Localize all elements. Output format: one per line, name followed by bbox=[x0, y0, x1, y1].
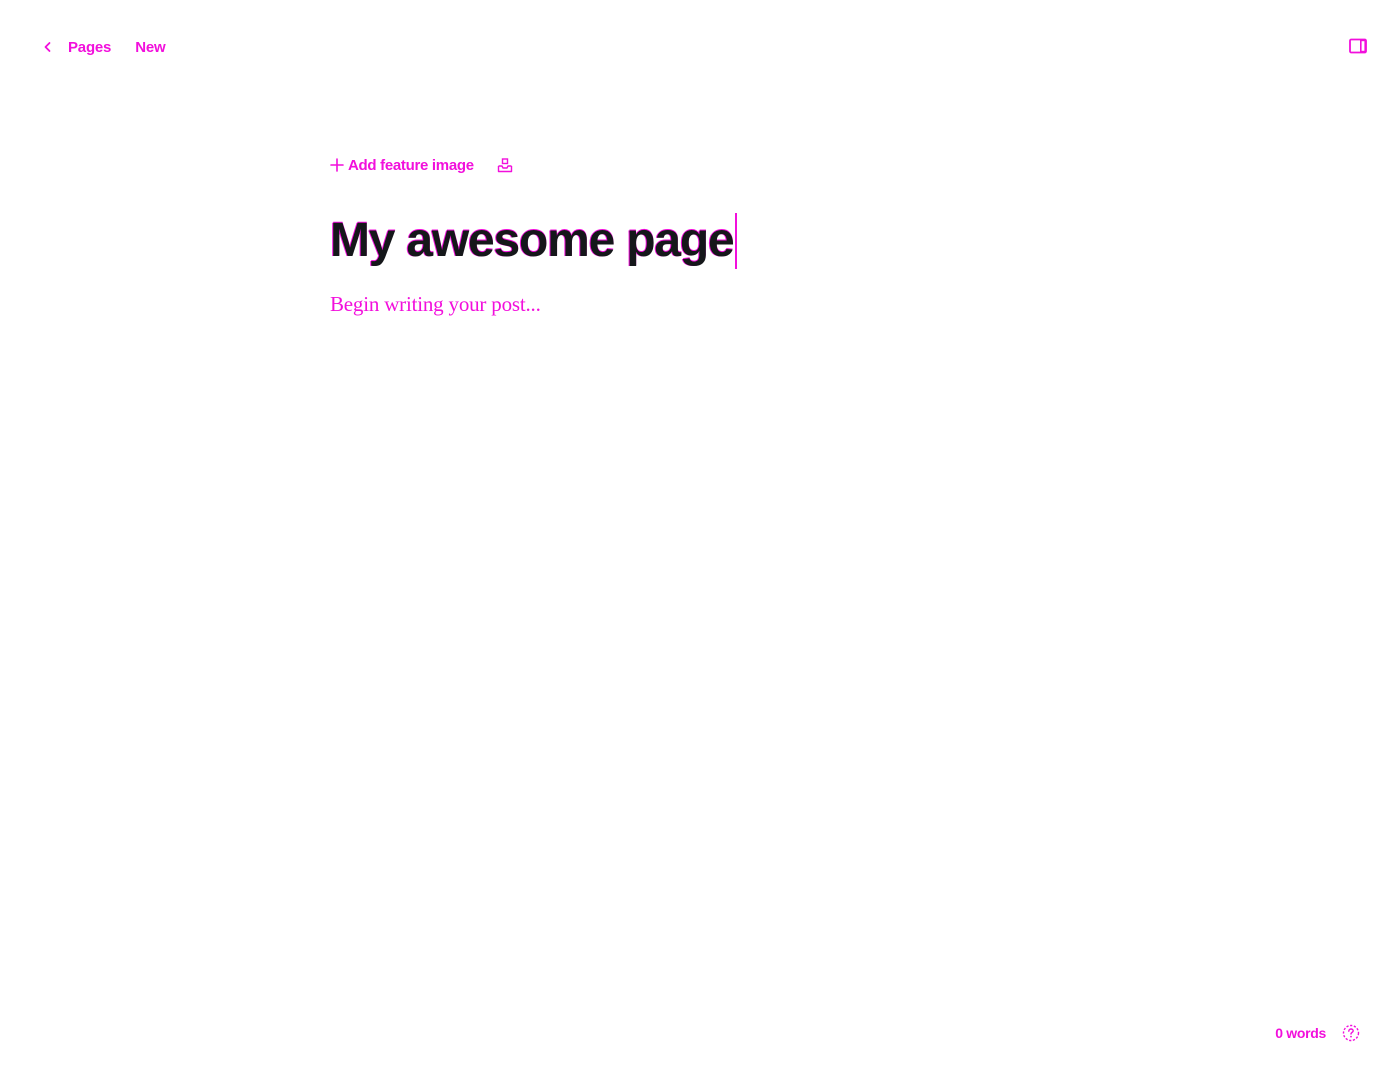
breadcrumb-pages-link[interactable]: Pages bbox=[68, 39, 111, 56]
upload-icon[interactable] bbox=[496, 156, 514, 174]
help-circle-icon[interactable] bbox=[1342, 1024, 1360, 1042]
breadcrumb: Pages New bbox=[38, 33, 166, 61]
post-title-field[interactable]: My awesome page bbox=[330, 210, 1070, 272]
text-cursor bbox=[734, 213, 737, 269]
editor-header: Pages New bbox=[0, 0, 1400, 95]
feature-image-row: Add feature image bbox=[330, 150, 1070, 180]
word-count: 0 words bbox=[1275, 1025, 1326, 1041]
back-to-pages-link[interactable]: Pages bbox=[38, 37, 111, 57]
post-status-label: New bbox=[135, 38, 166, 56]
settings-sidebar-toggle-button[interactable] bbox=[1346, 36, 1370, 60]
plus-icon bbox=[330, 158, 344, 172]
editor-footer: 0 words bbox=[1275, 1022, 1360, 1044]
post-body-editor[interactable]: Begin writing your post... bbox=[330, 292, 1070, 317]
add-feature-image-button[interactable]: Add feature image bbox=[330, 157, 474, 174]
add-feature-image-label: Add feature image bbox=[348, 156, 474, 174]
editor-canvas: Add feature image My awesome page Begin … bbox=[330, 150, 1070, 317]
chevron-left-icon[interactable] bbox=[38, 37, 58, 57]
sidebar-icon[interactable] bbox=[1349, 38, 1367, 59]
post-title[interactable]: My awesome page bbox=[330, 210, 735, 272]
